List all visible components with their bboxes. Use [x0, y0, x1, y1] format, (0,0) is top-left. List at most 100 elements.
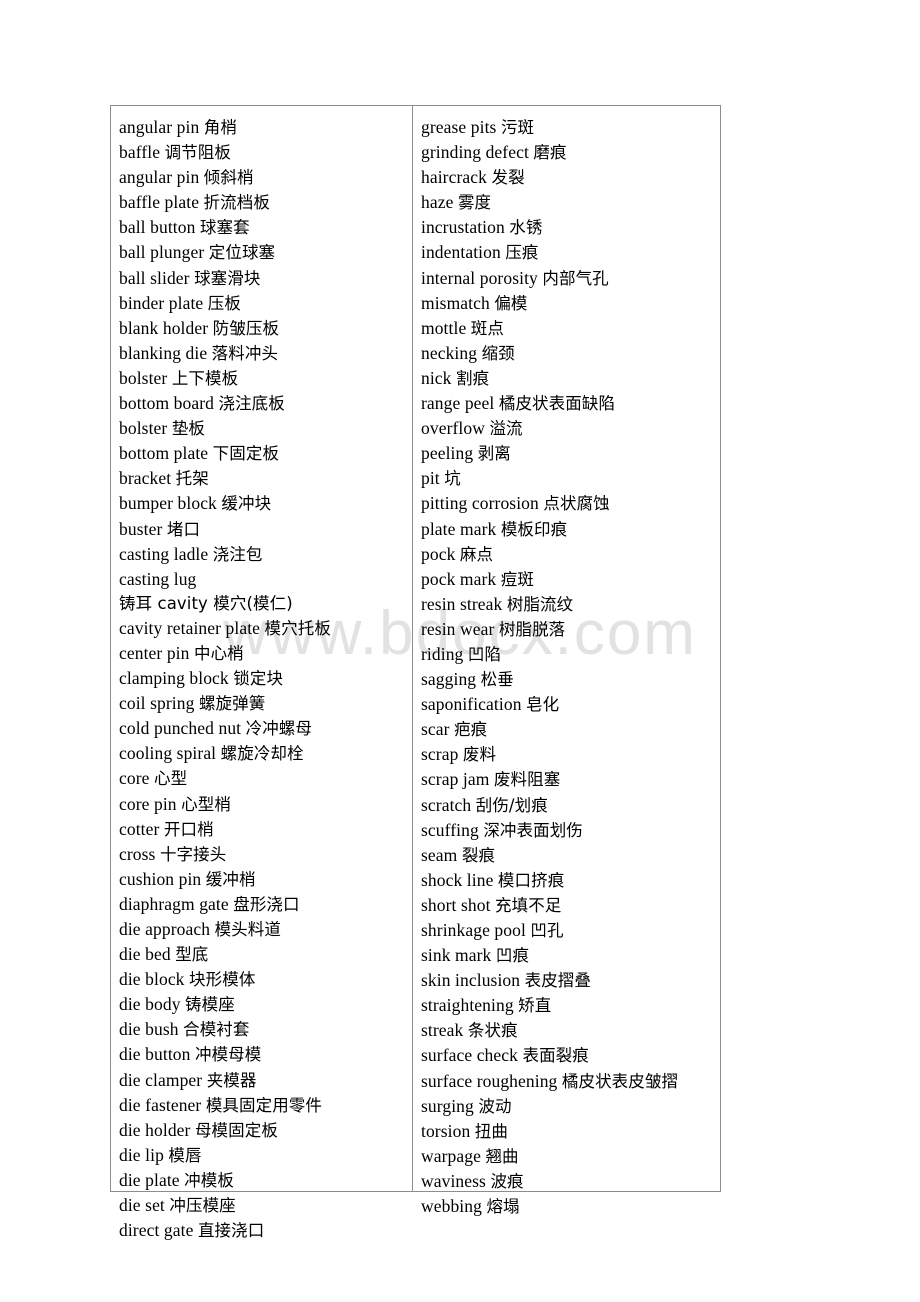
glossary-entry: grease pits 污斑: [421, 115, 720, 140]
entry-term-cn: 废料阻塞: [493, 770, 561, 790]
entry-term-cn: 凹陷: [467, 644, 502, 664]
glossary-entry: baffle plate 折流档板: [119, 190, 412, 215]
glossary-entry: overflow 溢流: [421, 416, 720, 441]
entry-term-en: skin inclusion: [421, 970, 525, 991]
glossary-entry: die bush 合模衬套: [119, 1017, 412, 1042]
entry-term-en: cold punched nut: [119, 718, 246, 739]
entry-term-cn: 冲模板: [184, 1170, 234, 1190]
glossary-entry: core pin 心型梢: [119, 792, 412, 817]
glossary-entry: pit 坑: [421, 466, 720, 491]
entry-term-cn: 防皱压板: [212, 318, 280, 338]
entry-term-cn: 斑点: [470, 318, 504, 338]
glossary-entry: die set 冲压模座: [119, 1193, 412, 1218]
entry-term-en: grease pits: [421, 117, 501, 137]
glossary-entry: webbing 熔塌: [421, 1194, 720, 1219]
entry-term-cn: 堵口: [166, 519, 201, 539]
entry-term-en: ball plunger: [119, 242, 209, 263]
entry-term-cn: 锁定块: [233, 669, 284, 689]
entry-term-cn: 螺旋弹簧: [198, 694, 266, 714]
entry-term-cn: 表面裂痕: [522, 1046, 589, 1066]
entry-term-cn: 块形模体: [189, 970, 256, 990]
glossary-entry: buster 堵口: [119, 517, 412, 542]
entry-term-cn: 定位球塞: [208, 243, 276, 263]
entry-term-en: angular pin: [119, 167, 204, 188]
glossary-entry: ball slider 球塞滑块: [119, 266, 412, 291]
entry-term-cn: 冲压模座: [169, 1196, 236, 1216]
glossary-entry: shrinkage pool 凹孔: [421, 918, 720, 943]
glossary-entry: haircrack 发裂: [421, 165, 720, 190]
entry-term-cn: 溢流: [489, 419, 523, 439]
glossary-entry: core 心型: [119, 766, 412, 791]
entry-term-cn: 充填不足: [495, 895, 562, 915]
entry-term-cn: 冷冲螺母: [245, 719, 313, 739]
entry-term-cn: 角梢: [203, 118, 237, 137]
entry-term-cn: 水锈: [509, 218, 543, 238]
entry-term-en: scratch: [421, 794, 476, 815]
entry-term-cn: 废料: [462, 745, 497, 765]
glossary-entry: necking 缩颈: [421, 341, 720, 366]
entry-term-cn: 模具固定用零件: [205, 1095, 323, 1115]
entry-term-cn: 模口挤痕: [497, 870, 565, 890]
entry-term-en: clamping block: [119, 668, 234, 689]
entry-term-en: resin streak: [421, 593, 507, 614]
entry-term-cn: 坑: [444, 469, 461, 489]
glossary-entry: mismatch 偏模: [421, 291, 720, 316]
entry-term-en: die holder: [119, 1119, 195, 1140]
entry-term-en: die clamper: [119, 1069, 207, 1090]
entry-term-en: bumper block: [119, 493, 222, 514]
glossary-entry: bolster 垫板: [119, 416, 412, 441]
entry-term-cn: 割痕: [456, 368, 490, 388]
glossary-entry: die bed 型底: [119, 942, 412, 967]
glossary-entry: ball plunger 定位球塞: [119, 240, 412, 265]
entry-term-cn: 疤痕: [454, 720, 488, 740]
entry-term-en: blanking die: [119, 342, 212, 363]
entry-term-cn: 倾斜梢: [203, 168, 254, 188]
entry-term-en: diaphragm gate: [119, 893, 234, 914]
entry-term-en: range peel: [421, 393, 499, 414]
glossary-entry: blanking die 落料冲头: [119, 341, 412, 366]
entry-term-cn: 垫板: [171, 419, 206, 439]
entry-term-en: bottom plate: [119, 443, 213, 464]
entry-term-en: necking: [421, 342, 482, 363]
entry-term-cn: 中心梢: [193, 643, 244, 663]
glossary-entry: die block 块形模体: [119, 967, 412, 992]
entry-term-cn: 球塞滑块: [194, 268, 261, 288]
glossary-entry: clamping block 锁定块: [119, 666, 412, 691]
entry-term-cn: 凹痕: [495, 946, 530, 966]
entry-term-cn: 皂化: [526, 695, 560, 715]
entry-term-en: bracket: [119, 468, 176, 489]
entry-term-cn: 型底: [175, 945, 209, 965]
entry-term-cn: 松垂: [480, 670, 514, 690]
entry-term-en: die fastener: [119, 1094, 206, 1115]
entry-term-en: webbing: [421, 1196, 487, 1217]
glossary-entry: straightening 矫直: [421, 993, 720, 1018]
entry-term-cn: 剥离: [477, 444, 511, 464]
entry-term-cn: 模穴托板: [264, 618, 331, 638]
entry-term-cn: 夹模器: [206, 1070, 257, 1090]
entry-term-cn: 波痕: [490, 1171, 524, 1191]
entry-term-en: shock line: [421, 869, 498, 890]
glossary-entry: resin wear 树脂脱落: [421, 617, 720, 642]
entry-term-cn: 麻点: [459, 544, 494, 564]
entry-term-cn: 凹孔: [530, 921, 564, 940]
entry-term-cn: 十字接头: [159, 844, 227, 864]
glossary-entry: pock mark 痘斑: [421, 567, 720, 592]
entry-term-en: shrinkage pool: [421, 920, 531, 940]
entry-term-cn: 压板: [207, 293, 241, 313]
glossary-entry: die button 冲模母模: [119, 1042, 412, 1067]
entry-term-en: cooling spiral: [119, 743, 221, 764]
entry-term-cn: 矫直: [518, 996, 552, 1016]
glossary-entry: torsion 扭曲: [421, 1119, 720, 1144]
glossary-entry: ball button 球塞套: [119, 215, 412, 240]
glossary-entry: bracket 托架: [119, 466, 412, 491]
entry-term-cn: 污斑: [500, 118, 535, 137]
glossary-entry: bottom board 浇注底板: [119, 391, 412, 416]
glossary-entry: casting lug: [119, 567, 412, 591]
glossary-entry: die approach 模头料道: [119, 917, 412, 942]
entry-term-en: warpage: [421, 1145, 486, 1166]
entry-term-cn: 扭曲: [474, 1121, 508, 1141]
entry-term-en: mismatch: [421, 292, 495, 313]
glossary-entry: sink mark 凹痕: [421, 943, 720, 968]
entry-term-cn: 盘形浇口: [233, 894, 300, 914]
glossary-entry: blank holder 防皱压板: [119, 316, 412, 341]
